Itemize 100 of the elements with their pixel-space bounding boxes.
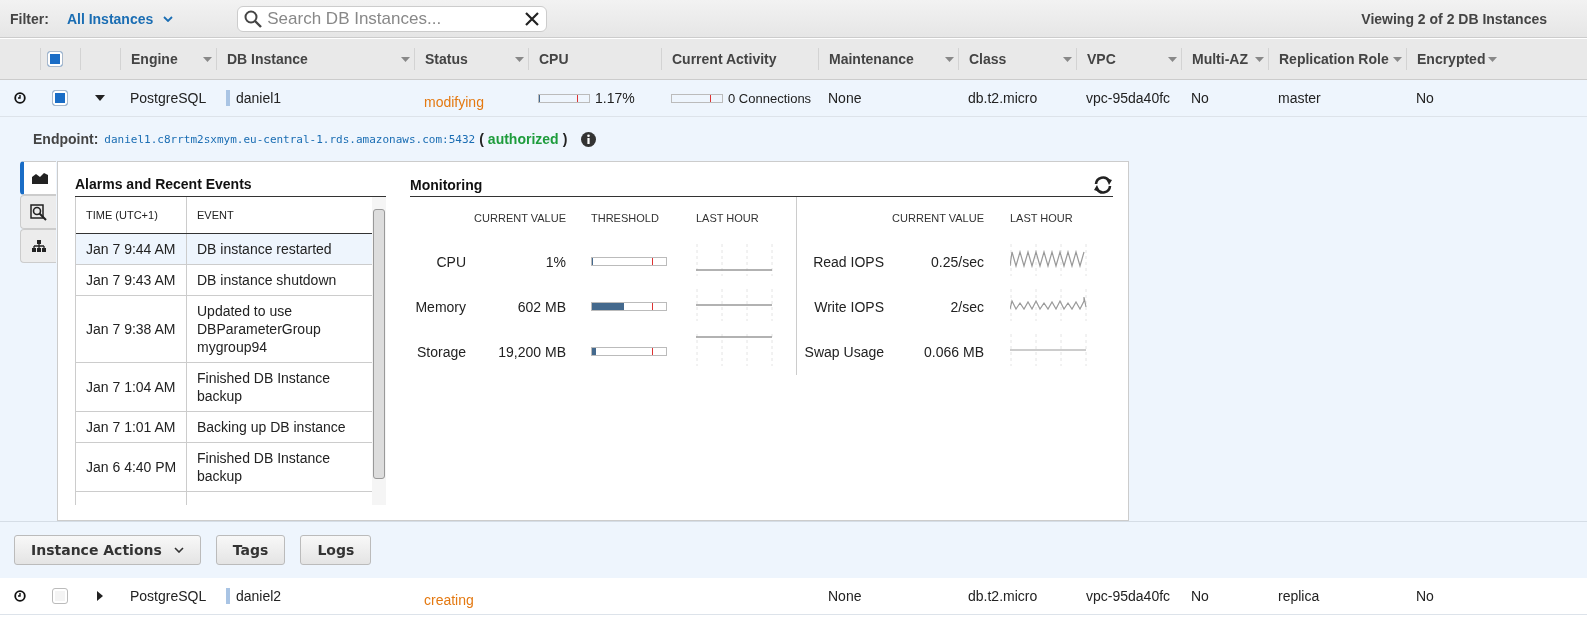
row-checkbox[interactable]	[52, 588, 68, 604]
sort-caret-icon[interactable]	[203, 56, 212, 62]
column-header: LAST HOUR	[1009, 212, 1074, 224]
metric-value: 1%	[544, 253, 566, 270]
search-field[interactable]: Search DB Instances...	[237, 5, 548, 32]
column-header[interactable]: Multi-AZ	[1181, 48, 1268, 70]
column-header: THRESHOLD	[590, 212, 660, 224]
instance-count: Viewing 2 of 2 DB Instances	[1361, 10, 1547, 27]
event-row[interactable]: Jan 7 9:44 AM DB instance restarted	[76, 234, 372, 265]
select-all-checkbox[interactable]	[47, 51, 63, 67]
table-cell-text: replica	[1277, 587, 1321, 606]
filter-dropdown[interactable]: All Instances	[66, 10, 174, 27]
scrollbar[interactable]	[372, 197, 386, 505]
search-icon	[244, 9, 263, 28]
column-header[interactable]: Status	[414, 48, 528, 70]
metric-name: Swap Usage	[803, 343, 884, 360]
event-row[interactable]: Jan 7 1:01 AM Backing up DB instance	[76, 412, 372, 443]
metric-value: 0.066 MB	[923, 343, 984, 360]
metric-value: 19,200 MB	[497, 343, 566, 360]
table-cell-text: DB instance restarted	[196, 240, 333, 259]
area-chart-icon	[32, 172, 48, 184]
status-text: creating	[424, 592, 474, 608]
table-cell: Jan 7 9:44 AM	[76, 234, 187, 264]
column-header: TIME (UTC+1)	[76, 197, 187, 233]
activity-reading: 0 Connections	[728, 90, 812, 106]
side-tab[interactable]	[20, 195, 56, 229]
column-header[interactable]: VPC	[1076, 48, 1181, 70]
table-cell-text: Finished DB Instance backup	[196, 449, 332, 486]
table-cell-text: No	[1190, 587, 1210, 606]
section-title: Alarms and Recent Events	[75, 176, 386, 197]
table-cell-text: master	[1277, 89, 1322, 108]
instance-row[interactable]: PostgreSQL daniel1 modifying 1.17% 0 Connections None db.t2.micro vpc-95da40fc No master No	[0, 80, 1587, 117]
status-text: modifying	[424, 94, 484, 110]
side-tab[interactable]	[20, 229, 56, 263]
table-cell-text: None	[827, 587, 863, 606]
filter-label: Filter:	[10, 10, 49, 27]
table-cell-text: Backing up DB instance	[196, 418, 347, 437]
column-header[interactable]: DB Instance	[216, 48, 414, 70]
table-cell-text: No	[1190, 89, 1210, 108]
table-cell-text: db.t2.micro	[967, 89, 1039, 108]
metric-name: CPU	[435, 253, 466, 270]
metric-name: Memory	[414, 298, 466, 315]
column-header[interactable]: Replication Role	[1268, 48, 1406, 70]
column-header[interactable]: Class	[958, 48, 1076, 70]
column-header: EVENT	[196, 208, 235, 223]
table-cell: daniel2	[226, 588, 282, 604]
sort-caret-icon[interactable]	[1063, 56, 1072, 62]
refresh-icon[interactable]	[1093, 176, 1113, 194]
authorization-status: authorized	[487, 131, 559, 147]
sort-caret-icon[interactable]	[401, 56, 410, 62]
column-header: CURRENT VALUE	[891, 212, 984, 224]
hierarchy-icon	[31, 240, 46, 252]
table-cell-text: None	[827, 89, 863, 108]
table-cell-text: PostgreSQL	[129, 89, 208, 108]
sort-caret-icon[interactable]	[1488, 56, 1497, 62]
table-cell-text: vpc-95da40fc	[1085, 89, 1172, 108]
dropdown-button[interactable]: Instance Actions	[14, 535, 201, 565]
close-icon[interactable]	[524, 10, 541, 27]
caret-icon	[163, 15, 174, 22]
table-cell-text: PostgreSQL	[129, 587, 208, 606]
metric-name: Read IOPS	[812, 253, 884, 270]
action-button[interactable]: Tags	[215, 535, 286, 565]
table-cell-text: vpc-95da40fc	[1085, 587, 1172, 606]
parenthesis: )	[562, 131, 568, 147]
table-cell-text: DB instance shutdown	[196, 271, 338, 290]
column-header[interactable]: CPU	[528, 48, 661, 70]
sort-caret-icon[interactable]	[1168, 56, 1177, 62]
table-cell: Jan 7 9:38 AM	[76, 296, 187, 362]
row-checkbox[interactable]	[52, 90, 68, 106]
section-title: Monitoring	[410, 177, 483, 193]
table-cell-text: Updated to use DBParameterGroup mygroup94	[196, 302, 322, 357]
table-cell-text: No	[1415, 587, 1435, 606]
metric-value: 0.25/sec	[930, 253, 984, 270]
table-cell: Jan 6 4:40 PM	[76, 443, 187, 491]
table-cell: Jan 7 1:04 AM	[76, 363, 187, 411]
column-header[interactable]: Encrypted	[1406, 48, 1501, 70]
column-header[interactable]: Engine	[120, 48, 216, 70]
table-cell: Jan 7 9:43 AM	[76, 265, 187, 295]
sort-caret-icon[interactable]	[945, 56, 954, 62]
event-row[interactable]: Jan 7 9:43 AM DB instance shutdown	[76, 265, 372, 296]
action-button[interactable]: Logs	[300, 535, 372, 565]
side-tab[interactable]	[20, 161, 56, 195]
caret-icon	[173, 547, 184, 553]
sort-caret-icon[interactable]	[515, 56, 524, 62]
column-header[interactable]: Current Activity	[661, 48, 818, 70]
table-cell: Jan 7 1:01 AM	[76, 412, 187, 442]
metric-value: 2/sec	[949, 298, 984, 315]
clock-icon	[14, 92, 26, 104]
column-header[interactable]: Maintenance	[818, 48, 958, 70]
clock-icon	[14, 590, 26, 602]
info-icon[interactable]	[581, 131, 597, 147]
cpu-reading: 1.17%	[595, 90, 635, 106]
sort-caret-icon[interactable]	[1393, 56, 1402, 62]
metric-value: 602 MB	[516, 298, 566, 315]
table-cell-text: No	[1415, 89, 1435, 108]
magnifier-icon	[30, 203, 47, 221]
sort-caret-icon[interactable]	[1255, 56, 1264, 62]
metric-name: Storage	[415, 343, 466, 360]
metric-name: Write IOPS	[813, 298, 884, 315]
endpoint-address: daniel1.c8rrtm2sxmym.eu-central-1.rds.amazonaws.com:5432	[104, 132, 476, 146]
